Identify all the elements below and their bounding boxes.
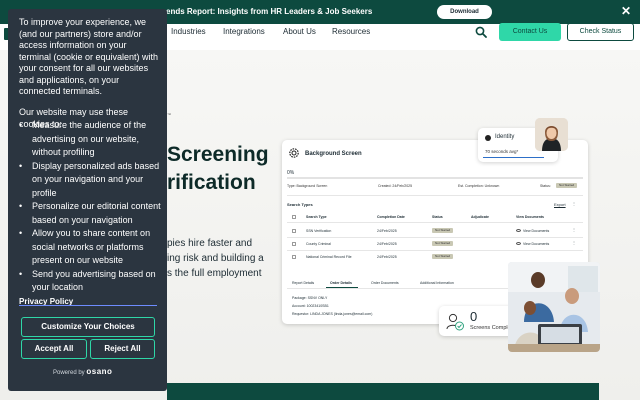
bottom-band bbox=[167, 383, 599, 400]
row-search-type: County Criminal bbox=[306, 242, 331, 246]
accept-all-button[interactable]: Accept All bbox=[21, 339, 87, 359]
office-photo bbox=[508, 262, 600, 352]
nav-item-industries[interactable]: Industries bbox=[171, 27, 206, 36]
tab-order-details[interactable]: Order Details bbox=[330, 281, 352, 285]
eye-icon bbox=[516, 229, 521, 232]
divider bbox=[287, 195, 583, 196]
created-value: 24/Feb/2025 bbox=[392, 184, 413, 188]
search-icon[interactable] bbox=[475, 26, 487, 38]
cookie-purpose-list: • Measure the audience of the advertising… bbox=[19, 119, 165, 295]
view-documents-link[interactable]: View Documents bbox=[523, 242, 549, 246]
row-search-type: National Criminal Record File bbox=[306, 255, 352, 259]
powered-by-text: Powered by osano bbox=[53, 367, 112, 376]
cookie-intro-text: To improve your experience, we (and our … bbox=[19, 17, 159, 96]
row-checkbox[interactable] bbox=[292, 255, 296, 259]
row-status-badge: Not Started bbox=[432, 241, 454, 246]
cookie-purpose-text: Display personalized ads based on your n… bbox=[32, 160, 160, 198]
row-checkbox[interactable] bbox=[292, 242, 296, 246]
tab-order-documents[interactable]: Order Documents bbox=[371, 281, 399, 285]
column-header-status: Status bbox=[432, 215, 443, 219]
list-item: • Measure the audience of the advertising… bbox=[19, 120, 147, 157]
type-label: Type: bbox=[287, 184, 296, 188]
created-label: Created: bbox=[378, 184, 392, 188]
download-button[interactable]: Download bbox=[437, 5, 492, 19]
cookie-purpose-text: Send you advertising based on your locat… bbox=[32, 268, 156, 293]
more-icon[interactable]: ⋮ bbox=[572, 240, 576, 245]
divider bbox=[287, 222, 583, 223]
hero-title-line-2: rification bbox=[167, 171, 256, 194]
row-status-badge: Not Started bbox=[432, 228, 454, 233]
search-types-title: Search Types bbox=[287, 202, 313, 207]
tab-report-details[interactable]: Report Details bbox=[292, 281, 314, 285]
customize-choices-button[interactable]: Customize Your Choices bbox=[21, 317, 155, 337]
osano-logo[interactable]: osano bbox=[86, 367, 112, 376]
type-value: Background Screen bbox=[296, 184, 328, 188]
list-item: • Personalize our editorial content based… bbox=[19, 201, 161, 225]
active-tab-indicator bbox=[326, 287, 358, 288]
eye-icon bbox=[516, 242, 521, 245]
detail-account: Account: 10023410SB1 bbox=[292, 304, 329, 308]
reject-all-button[interactable]: Reject All bbox=[90, 339, 155, 359]
check-status-button[interactable]: Check Status bbox=[567, 23, 634, 41]
row-status-badge: Not Started bbox=[432, 254, 454, 259]
tab-additional-information[interactable]: Additional Information bbox=[420, 281, 454, 285]
row-checkbox[interactable] bbox=[292, 229, 296, 233]
identity-underline bbox=[483, 157, 544, 158]
identity-label: Identity bbox=[495, 134, 515, 140]
hero-paragraph-line-1: pies hire faster and bbox=[167, 238, 253, 249]
progress-percent: 0% bbox=[287, 170, 295, 176]
detail-requestor: Requestor: LINDA JONES (linda.jones@emai… bbox=[292, 312, 373, 316]
hero-paragraph-line-3: s the full employment bbox=[167, 268, 262, 279]
divider bbox=[287, 237, 583, 238]
trademark-mark: ™ bbox=[167, 112, 171, 117]
status-label: Status: bbox=[540, 184, 551, 188]
hero-title-line-1: Screening bbox=[167, 143, 269, 166]
row-search-type: SSN Verification bbox=[306, 229, 332, 233]
avatar bbox=[535, 118, 568, 151]
row-completion-date: 24/Feb/2025 bbox=[377, 242, 397, 246]
row-completion-date: 24/Feb/2025 bbox=[377, 255, 397, 259]
column-header-adjudicate: Adjudicate bbox=[471, 215, 489, 219]
identity-seconds: 70 seconds avg* bbox=[485, 149, 519, 154]
close-icon[interactable]: ✕ bbox=[619, 4, 633, 18]
more-icon[interactable]: ⋮ bbox=[572, 201, 576, 206]
gear-icon bbox=[289, 148, 299, 158]
select-all-checkbox[interactable] bbox=[292, 215, 296, 219]
hero-paragraph-line-2: ing risk and building a bbox=[167, 253, 264, 264]
nav-item-integrations[interactable]: Integrations bbox=[223, 27, 265, 36]
cookie-purpose-text: Personalize our editorial content based … bbox=[32, 201, 161, 225]
list-item: • Display personalized ads based on your … bbox=[19, 160, 160, 198]
powered-by-label: Powered by bbox=[53, 370, 85, 376]
column-header-view-documents: View Documents bbox=[516, 215, 544, 219]
column-header-completion-date: Completion Date bbox=[377, 215, 405, 219]
export-link[interactable]: Export bbox=[554, 202, 566, 207]
contact-us-button[interactable]: Contact Us bbox=[499, 23, 561, 41]
detail-package: Package: SSNV ONLY bbox=[292, 296, 328, 300]
cookie-purpose-text: Measure the audience of the advertising … bbox=[32, 120, 147, 157]
status-badge: Not Started bbox=[556, 183, 578, 188]
est-completion-label: Est. Completion: bbox=[458, 184, 484, 188]
announcement-text: ends Report: Insights from HR Leaders & … bbox=[166, 7, 373, 16]
focus-outline bbox=[19, 305, 157, 306]
list-item: • Send you advertising based on your loca… bbox=[19, 268, 156, 293]
identity-dot-icon bbox=[485, 135, 491, 141]
est-completion-value: Unknown bbox=[484, 184, 500, 188]
list-item: • Allow you to share content on social ne… bbox=[19, 228, 151, 265]
user-check-icon bbox=[446, 313, 464, 331]
cookie-purpose-text: Allow you to share content on social net… bbox=[32, 228, 151, 265]
nav-item-about-us[interactable]: About Us bbox=[283, 27, 316, 36]
divider bbox=[287, 250, 583, 251]
row-completion-date: 24/Feb/2025 bbox=[377, 229, 397, 233]
column-header-search-type: Search Type bbox=[306, 215, 327, 219]
nav-item-resources[interactable]: Resources bbox=[332, 27, 370, 36]
view-documents-link[interactable]: View Documents bbox=[523, 229, 549, 233]
screens-completed-count: 0 bbox=[470, 309, 478, 324]
more-icon[interactable]: ⋮ bbox=[572, 227, 576, 232]
progress-bar bbox=[287, 177, 583, 179]
cookie-consent-panel: To improve your experience, we (and our … bbox=[8, 9, 167, 391]
card-title: Background Screen bbox=[305, 151, 362, 157]
